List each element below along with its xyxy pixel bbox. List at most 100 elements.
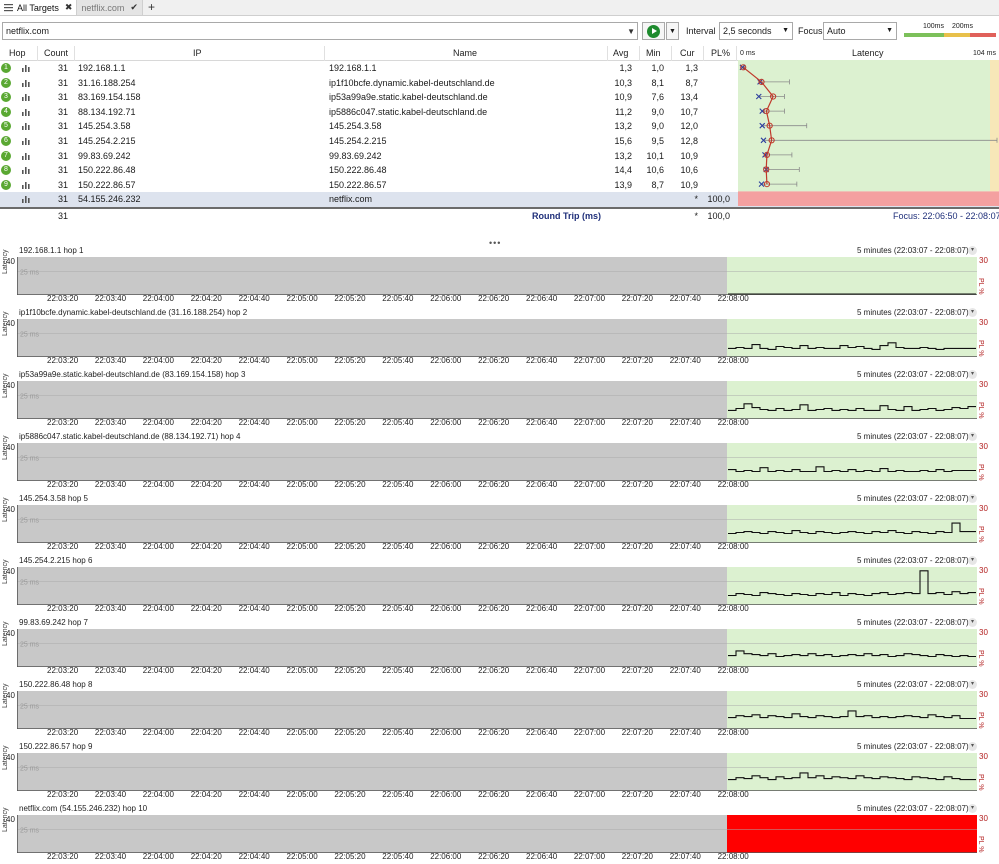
interval-label: Interval	[686, 26, 716, 36]
hop-chart: 99.83.69.242 hop 7 5 minutes (22:03:07 - …	[0, 616, 999, 678]
chart-plot[interactable]: 25 ms	[17, 381, 977, 419]
scale-100-label: 100ms	[923, 23, 945, 30]
tab-label: All Targets	[17, 2, 59, 13]
bar-chart-icon[interactable]	[21, 137, 31, 145]
focus-zone	[727, 381, 977, 419]
cur-cell: 8,7	[685, 77, 698, 88]
bar-chart-icon[interactable]	[21, 181, 31, 189]
x-tick-label: 22:08:00	[717, 666, 749, 675]
chart-title: 192.168.1.1 hop 1	[19, 246, 84, 255]
x-tick-label: 22:06:00	[430, 294, 462, 303]
tab-netflix[interactable]: netflix.com ✔	[77, 0, 143, 15]
col-count[interactable]: Count	[44, 48, 68, 58]
ip-cell: 99.83.69.242	[78, 150, 131, 161]
bar-chart-icon[interactable]	[21, 166, 31, 175]
cur-cell: 12,8	[680, 135, 698, 146]
chevron-down-icon[interactable]: ▾	[968, 556, 977, 565]
round-trip-label: Round Trip (ms)	[532, 210, 601, 221]
x-tick-label: 22:04:00	[142, 790, 174, 799]
chevron-down-icon[interactable]: ▾	[968, 246, 977, 255]
col-avg[interactable]: Avg	[613, 48, 628, 58]
target-input[interactable]: netflix.com ▼	[2, 22, 638, 40]
count-cell: 31	[57, 106, 68, 117]
x-tick-label: 22:07:20	[621, 294, 653, 303]
check-icon: ✔	[130, 2, 138, 12]
focus-zone	[727, 753, 977, 791]
min-cell: 8,1	[651, 77, 664, 88]
chart-plot[interactable]: 25 ms	[17, 567, 977, 605]
x-tick-label: 22:08:00	[717, 356, 749, 365]
x-tick-label: 22:06:20	[478, 728, 510, 737]
x-tick-label: 22:03:40	[94, 728, 127, 737]
bar-chart-icon[interactable]	[21, 108, 31, 116]
chevron-down-icon[interactable]: ▾	[968, 370, 977, 379]
chart-plot[interactable]: 25 ms	[17, 319, 977, 357]
x-tick-label: 22:03:40	[94, 542, 127, 551]
count-cell: 31	[57, 121, 68, 132]
chart-plot[interactable]: 25 ms	[17, 257, 977, 295]
chevron-down-icon[interactable]: ▼	[627, 27, 635, 36]
x-tick-label: 22:06:40	[526, 294, 558, 303]
chart-plot[interactable]: 25 ms	[17, 629, 977, 667]
bar-chart-icon[interactable]	[21, 64, 31, 72]
bar-chart-icon[interactable]	[21, 79, 31, 87]
min-cell: 9,0	[651, 106, 664, 117]
close-icon[interactable]: ✖	[65, 2, 73, 13]
y-axis-label: Latency	[2, 621, 9, 646]
start-trace-button[interactable]	[642, 22, 665, 40]
x-tick-label: 22:05:40	[382, 356, 414, 365]
x-tick-label: 22:07:00	[573, 666, 606, 675]
chart-plot[interactable]: 25 ms	[17, 691, 977, 729]
col-latency[interactable]: Latency	[852, 48, 884, 58]
col-pl[interactable]: PL%	[711, 48, 730, 58]
x-tick-label: 22:05:40	[382, 542, 414, 551]
focus-value: Auto	[827, 26, 846, 36]
chart-plot[interactable]: 25 ms	[17, 753, 977, 791]
tab-all-targets[interactable]: All Targets ✖	[0, 0, 78, 15]
chevron-down-icon[interactable]: ▾	[968, 680, 977, 689]
x-tick-label: 22:05:20	[334, 294, 366, 303]
chart-plot[interactable]: 25 ms	[17, 443, 977, 481]
min-cell: 7,6	[651, 92, 664, 103]
x-tick-label: 22:06:40	[526, 728, 558, 737]
pl-axis-label: PL %	[977, 402, 984, 419]
chart-plot[interactable]: 25 ms	[17, 505, 977, 543]
bar-chart-icon[interactable]	[21, 122, 31, 131]
x-tick-label: 22:05:20	[334, 666, 366, 675]
col-min[interactable]: Min	[646, 48, 661, 58]
scale-red-bar	[970, 33, 996, 37]
hop-number-badge: 8	[1, 165, 11, 176]
add-tab-button[interactable]: +	[143, 0, 160, 15]
x-tick-label: 22:04:00	[142, 418, 174, 427]
x-tick-label: 22:07:40	[669, 728, 701, 737]
x-tick-label: 22:03:40	[94, 604, 127, 613]
chevron-down-icon[interactable]: ▾	[968, 432, 977, 441]
chevron-down-icon[interactable]: ▾	[968, 618, 977, 627]
col-hop[interactable]: Hop	[9, 48, 26, 58]
bar-chart-icon[interactable]	[21, 195, 31, 204]
bar-chart-icon[interactable]	[21, 152, 31, 160]
chevron-down-icon[interactable]: ▾	[968, 308, 977, 317]
trace-options-dropdown[interactable]: ▼	[666, 22, 679, 40]
focus-select[interactable]: Auto ▼	[823, 22, 897, 40]
cur-cell: 10,9	[680, 179, 698, 190]
x-tick-label: 22:04:20	[190, 604, 222, 613]
chevron-down-icon[interactable]: ▾	[968, 494, 977, 503]
chevron-down-icon[interactable]: ▾	[968, 804, 977, 813]
bar-chart-icon[interactable]	[21, 93, 31, 102]
col-cur[interactable]: Cur	[680, 48, 695, 58]
chart-plot[interactable]: 25 ms	[17, 815, 977, 853]
pl-max-label: 30	[979, 380, 988, 389]
col-ip[interactable]: IP	[193, 48, 202, 58]
interval-select[interactable]: 2,5 seconds ▼	[719, 22, 793, 40]
focus-label: Focus	[798, 26, 823, 36]
col-name[interactable]: Name	[453, 48, 477, 58]
pl-max-label: 30	[979, 318, 988, 327]
chart-title: 99.83.69.242 hop 7	[19, 618, 88, 627]
avg-cell: 10,9	[614, 92, 632, 103]
x-tick-label: 22:07:40	[669, 480, 701, 489]
chevron-down-icon[interactable]: ▾	[968, 742, 977, 751]
avg-cell: 13,2	[614, 121, 632, 132]
hop-number-badge: 5	[1, 121, 11, 132]
x-tick-label: 22:07:00	[573, 728, 606, 737]
